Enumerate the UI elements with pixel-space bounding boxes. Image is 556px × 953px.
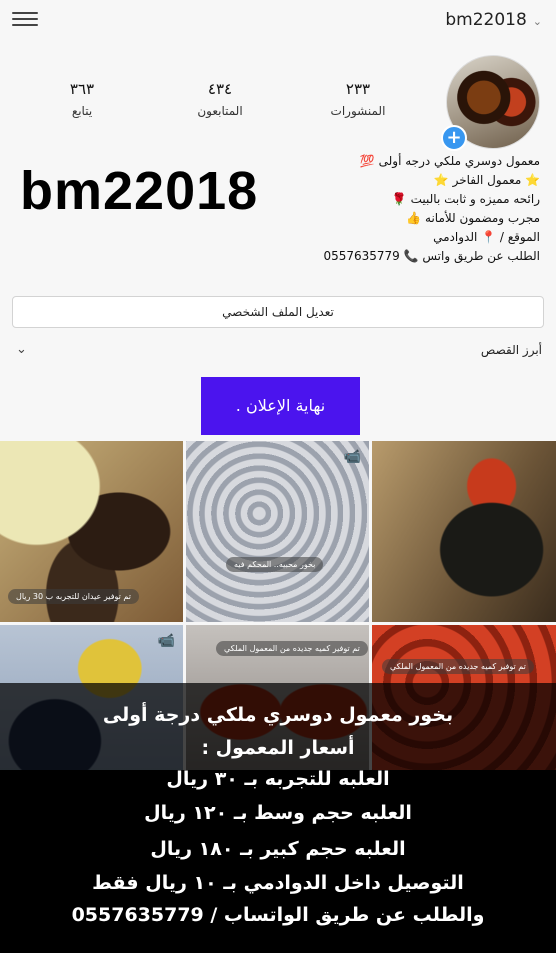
post-caption: تم توفير عيدان للتجربه ب 30 ريال <box>8 589 139 604</box>
bio-contact-line: الطلب عن طريق واتس 📞 0557635779 <box>323 249 540 263</box>
overlay-price-line: العلبه للتجربه بـ ٣٠ ريال <box>166 768 390 790</box>
chevron-down-icon[interactable]: ⌄ <box>16 342 27 357</box>
ad-end-banner: نهاية الإعلان . <box>201 377 360 435</box>
chevron-down-icon: ⌄ <box>532 15 542 28</box>
overlay-delivery-line: التوصيل داخل الدوادمي بـ ١٠ ريال فقط <box>92 872 464 894</box>
post-caption: تم توفير كميه جديده من المعمول الملكي <box>216 641 368 656</box>
overlay-headline: بخور معمول دوسري ملكي درجة أولى <box>102 704 454 726</box>
post-thumbnail[interactable] <box>372 441 556 622</box>
followers-label: المتابعون <box>197 104 243 118</box>
video-camera-icon: 📹 <box>343 449 361 465</box>
overlay-price-line: العلبه حجم كبير بـ ١٨٠ ريال <box>150 838 406 860</box>
post-caption: تم توفير كميه جديده من المعمول الملكي <box>382 659 534 674</box>
highlights-label: أبرز القصص <box>480 343 542 357</box>
bio-line: ⭐ معمول الفاخر ⭐ <box>433 173 540 187</box>
following-count: ٣٦٣ <box>69 80 95 98</box>
overlay-price-line: العلبه حجم وسط بـ ١٢٠ ريال <box>144 802 412 824</box>
profile-name-overlay: bm22018 <box>20 161 259 221</box>
post-thumbnail[interactable]: تم توفير عيدان للتجربه ب 30 ريال <box>0 441 183 622</box>
account-switcher[interactable]: bm22018 ⌄ <box>445 10 542 30</box>
bio-line: مجرب ومضمون للأمانه 👍 <box>406 211 540 225</box>
following-label: يتابع <box>71 104 93 118</box>
username-label: bm22018 <box>445 10 527 30</box>
following-stat[interactable]: ٣٦٣ يتابع <box>37 80 127 118</box>
followers-stat[interactable]: ٤٣٤ المتابعون <box>175 80 265 118</box>
posts-count: ٢٣٣ <box>345 80 371 98</box>
menu-hamburger-icon[interactable] <box>12 8 38 28</box>
overlay-prices-heading: أسعار المعمول : <box>201 737 355 759</box>
followers-count: ٤٣٤ <box>207 80 233 98</box>
post-caption: بخور محبيه.. المحكم فيه <box>226 557 324 572</box>
video-camera-icon: 📹 <box>157 633 175 649</box>
posts-label: المنشورات <box>330 104 386 118</box>
edit-profile-button[interactable]: تعديل الملف الشخصي <box>12 296 544 328</box>
posts-stat[interactable]: ٢٣٣ المنشورات <box>313 80 403 118</box>
post-thumbnail[interactable]: 📹 بخور محبيه.. المحكم فيه <box>186 441 369 622</box>
bio-line: معمول دوسري ملكي درجه أولى 💯 <box>359 154 540 168</box>
bio-line: رائحه مميزه و ثابت بالبيت 🌹 <box>391 192 540 206</box>
bio-location-link[interactable]: الموقع / 📍 الدوادمي <box>280 228 540 247</box>
profile-bio: معمول دوسري ملكي درجه أولى 💯 ⭐ معمول الف… <box>280 152 540 266</box>
story-highlights-row[interactable]: أبرز القصص ⌄ <box>12 340 542 364</box>
overlay-contact-line: والطلب عن طريق الواتساب / 0557635779 <box>71 904 485 926</box>
add-story-plus-icon[interactable]: + <box>441 125 467 151</box>
